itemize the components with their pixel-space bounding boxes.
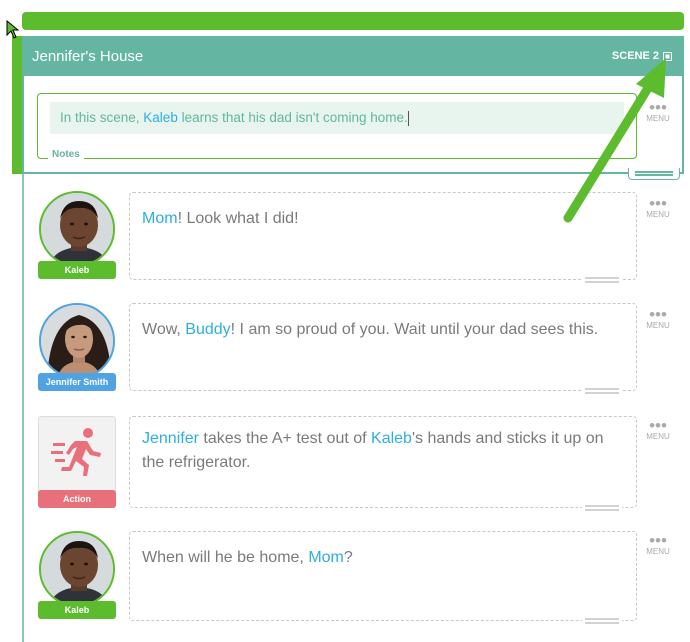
avatar — [39, 191, 115, 267]
menu-label: MENU — [646, 432, 670, 441]
character-name-tag: Kaleb — [38, 261, 116, 279]
menu-label: MENU — [646, 114, 670, 123]
action-bubble[interactable]: Jennifer takes the A+ test out of Kaleb'… — [129, 416, 637, 508]
row-menu-button[interactable]: ••• MENU — [644, 416, 672, 441]
more-dots-icon: ••• — [649, 98, 667, 117]
more-dots-icon: ••• — [649, 305, 667, 324]
running-person-icon — [51, 428, 101, 476]
more-dots-icon: ••• — [649, 416, 667, 435]
dialogue-segment: ! I am so proud of you. Wait until your … — [230, 321, 599, 338]
dialogue-segment: Mom — [142, 210, 178, 227]
bubble-resize-handle[interactable] — [582, 504, 622, 512]
scene-label[interactable]: SCENE 2 — [612, 50, 672, 62]
scene-title[interactable]: Jennifer's House — [32, 48, 143, 65]
character-name-tag: Jennifer Smith — [38, 373, 116, 391]
avatar — [39, 303, 115, 379]
mouse-cursor-icon — [6, 20, 20, 39]
notes-prefix: In this scene, — [60, 110, 144, 125]
notes-box[interactable]: In this scene, Kaleb learns that his dad… — [37, 93, 637, 160]
square-icon — [663, 51, 672, 61]
scene-menu-button[interactable]: ••• MENU — [644, 98, 672, 123]
notes-highlight: Kaleb — [143, 110, 178, 125]
top-bar — [22, 12, 684, 30]
scene-number: SCENE 2 — [611, 50, 659, 62]
action-name-tag: Action — [38, 490, 116, 508]
notes-input[interactable]: In this scene, Kaleb learns that his dad… — [50, 102, 624, 134]
bubble-resize-handle[interactable] — [582, 387, 622, 395]
notes-suffix: learns that his dad isn't coming home. — [177, 110, 408, 125]
dialogue-bubble[interactable]: When will he be home, Mom? — [129, 531, 637, 621]
dialogue-segment: ! Look what I did! — [177, 210, 299, 227]
row-menu-button[interactable]: ••• MENU — [644, 531, 672, 556]
scene-resize-handle[interactable] — [628, 168, 680, 180]
avatar-photo — [41, 193, 113, 265]
character-card[interactable]: Jennifer Smith — [38, 303, 116, 395]
dialogue-bubble[interactable]: Wow, Buddy! I am so proud of you. Wait u… — [129, 303, 637, 391]
menu-label: MENU — [646, 547, 670, 556]
avatar-photo — [41, 305, 113, 377]
dialogue-segment: ? — [343, 549, 353, 566]
dialogue-segment: Wow, — [142, 321, 186, 338]
character-card[interactable]: Kaleb — [38, 531, 116, 623]
more-dots-icon: ••• — [649, 194, 667, 213]
action-card[interactable]: Action — [38, 416, 116, 508]
dialogue-segment: When will he be home, — [142, 549, 309, 566]
menu-label: MENU — [646, 321, 670, 330]
dialogue-segment: Buddy — [185, 321, 231, 338]
dialogue-segment: Mom — [308, 549, 344, 566]
row-menu-button[interactable]: ••• MENU — [644, 194, 672, 219]
notes-label: Notes — [48, 149, 84, 160]
dialogue-bubble[interactable]: Mom! Look what I did! — [129, 192, 637, 280]
dialogue-segment: takes the A+ test out of — [198, 430, 372, 447]
scene-header[interactable]: Jennifer's House SCENE 2 — [22, 36, 684, 76]
menu-label: MENU — [646, 210, 670, 219]
character-card[interactable]: Kaleb — [38, 191, 116, 283]
avatar — [39, 531, 115, 607]
bubble-resize-handle[interactable] — [582, 276, 622, 284]
dialogue-segment: Jennifer — [142, 430, 199, 447]
bubble-resize-handle[interactable] — [582, 617, 622, 625]
timeline-line — [22, 174, 24, 642]
text-caret — [407, 110, 409, 126]
row-menu-button[interactable]: ••• MENU — [644, 305, 672, 330]
more-dots-icon: ••• — [649, 531, 667, 550]
character-name-tag: Kaleb — [38, 601, 116, 619]
scene-accent-bar — [12, 36, 22, 174]
dialogue-segment: Kaleb — [371, 430, 412, 447]
avatar-photo — [41, 533, 113, 605]
